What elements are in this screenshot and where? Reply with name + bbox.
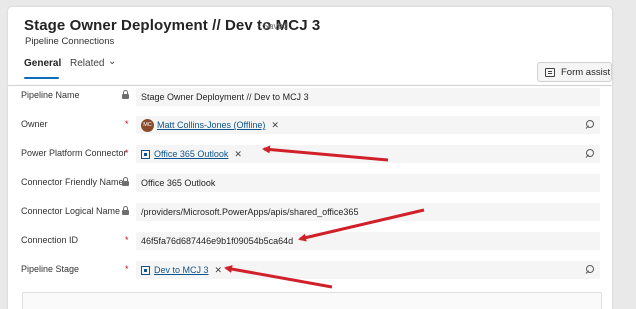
form-assist-button[interactable]: Form assist <box>537 62 612 82</box>
general-form: Pipeline Name Stage Owner Deployment // … <box>8 86 612 309</box>
tab-related[interactable]: Related <box>70 58 104 69</box>
close-icon[interactable]: ✕ <box>271 120 279 131</box>
owner-link[interactable]: Matt Collins-Jones (Offline) <box>157 120 265 130</box>
required-indicator: * <box>125 119 129 129</box>
chevron-down-icon[interactable]: ⌄ <box>108 56 116 67</box>
connector-link[interactable]: Office 365 Outlook <box>154 149 228 159</box>
pipeline-name-label: Pipeline Name <box>21 90 80 100</box>
logical-name-field: /providers/Microsoft.PowerApps/apis/shar… <box>136 203 600 221</box>
record-header: Stage Owner Deployment // Dev to MCJ 3 -… <box>8 7 612 85</box>
friendly-name-label: Connector Friendly Name <box>21 177 124 187</box>
close-icon[interactable]: ✕ <box>234 149 242 160</box>
logical-name-label: Connector Logical Name <box>21 206 121 216</box>
form-assist-icon <box>545 68 555 77</box>
logical-name-value: /providers/Microsoft.PowerApps/apis/shar… <box>141 207 359 217</box>
pipeline-name-field: Stage Owner Deployment // Dev to MCJ 3 <box>136 88 600 106</box>
pipeline-stage-lookup[interactable]: Dev to MCJ 3 ✕ <box>136 261 600 279</box>
tab-selected-indicator <box>24 77 59 79</box>
connection-id-value: 46f5fa76d687446e9b1f09054b5ca64d <box>141 236 294 246</box>
lock-icon <box>122 177 129 186</box>
friendly-name-value: Office 365 Outlook <box>141 178 216 188</box>
owner-lookup[interactable]: MC Matt Collins-Jones (Offline) ✕ <box>136 116 600 134</box>
owner-label: Owner <box>21 119 48 129</box>
close-icon[interactable]: ✕ <box>215 265 223 276</box>
pipeline-name-value: Stage Owner Deployment // Dev to MCJ 3 <box>141 92 309 102</box>
search-icon[interactable] <box>585 149 594 158</box>
entity-name: Pipeline Connections <box>25 36 115 47</box>
required-indicator: * <box>125 235 129 245</box>
next-section-placeholder <box>22 292 602 309</box>
pipeline-stage-label: Pipeline Stage <box>21 264 80 274</box>
lock-icon <box>122 90 129 99</box>
entity-icon <box>141 149 150 159</box>
connection-id-input[interactable]: 46f5fa76d687446e9b1f09054b5ca64d <box>136 232 600 250</box>
pipeline-stage-link[interactable]: Dev to MCJ 3 <box>154 265 209 275</box>
connector-lookup[interactable]: Office 365 Outlook ✕ <box>136 145 600 163</box>
lock-icon <box>122 206 129 215</box>
owner-chip: MC Matt Collins-Jones (Offline) ✕ <box>141 118 279 132</box>
form-assist-label: Form assist <box>561 67 611 78</box>
search-icon[interactable] <box>585 265 594 274</box>
required-indicator: * <box>125 148 129 158</box>
connection-id-label: Connection ID <box>21 235 79 245</box>
friendly-name-field: Office 365 Outlook <box>136 174 600 192</box>
entity-icon <box>141 265 150 275</box>
pipeline-stage-chip: Dev to MCJ 3 ✕ <box>141 263 222 277</box>
connector-chip: Office 365 Outlook ✕ <box>141 147 242 161</box>
connector-label: Power Platform Connector <box>21 148 127 158</box>
tab-general[interactable]: General <box>24 58 61 69</box>
required-indicator: * <box>125 264 129 274</box>
avatar: MC <box>141 118 154 132</box>
search-icon[interactable] <box>585 120 594 129</box>
save-status: - Saved <box>257 21 289 31</box>
